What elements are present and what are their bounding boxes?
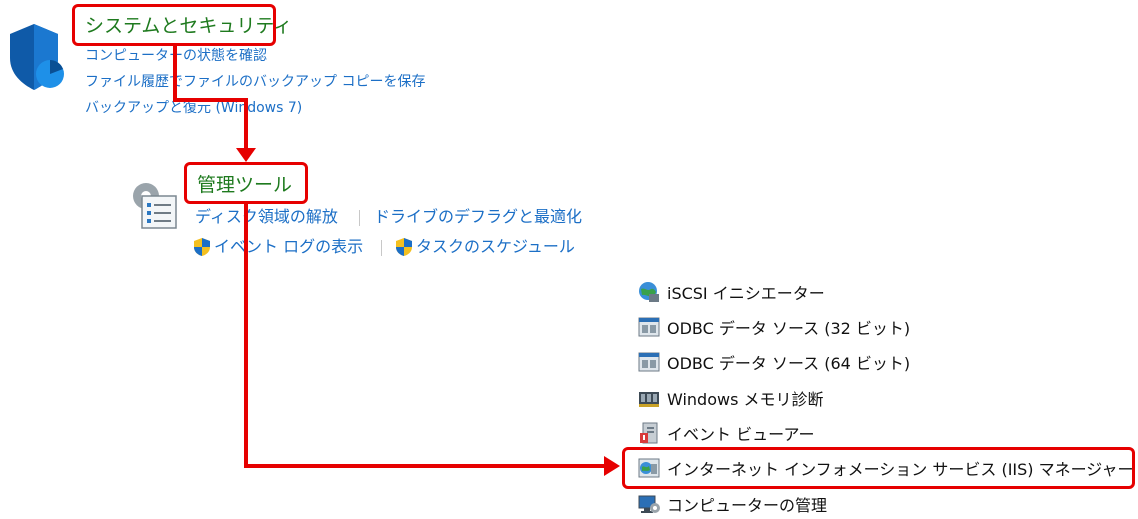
tool-item-memory-diagnostic[interactable]: Windows メモリ診断: [637, 385, 824, 411]
iis-icon: [638, 458, 660, 478]
tool-label: iSCSI イニシエーター: [667, 284, 825, 303]
odbc-icon: [638, 352, 660, 372]
tool-label: イベント ビューアー: [667, 425, 815, 444]
arrow-line-1b: [173, 98, 248, 102]
event-log-link-wrap[interactable]: イベント ログの表示: [193, 236, 363, 258]
tool-label: ODBC データ ソース (32 ビット): [667, 319, 911, 338]
uac-shield-icon: [194, 238, 210, 256]
task-scheduler-link[interactable]: タスクのスケジュール: [416, 236, 575, 258]
file-history-backup-link[interactable]: ファイル履歴でファイルのバックアップ コピーを保存: [85, 72, 425, 92]
arrow-head-down-icon: [236, 148, 256, 162]
arrow-head-right-icon: [604, 456, 620, 476]
tool-item-event-viewer[interactable]: イベント ビューアー: [637, 420, 815, 446]
defrag-optimize-link[interactable]: ドライブのデフラグと最適化: [374, 206, 582, 228]
event-viewer-icon: [640, 422, 658, 444]
disk-cleanup-link[interactable]: ディスク領域の解放: [195, 206, 338, 228]
admin-tools-heading[interactable]: 管理ツール: [197, 173, 292, 197]
arrow-line-2a: [244, 204, 248, 468]
tool-label: ODBC データ ソース (64 ビット): [667, 354, 911, 373]
computer-management-icon: [638, 495, 660, 513]
arrow-line-1a: [173, 46, 177, 102]
security-shield-icon: [10, 24, 64, 90]
globe-icon: [639, 282, 659, 302]
tool-label: インターネット インフォメーション サービス (IIS) マネージャー: [667, 460, 1134, 479]
link-separator: [359, 210, 360, 226]
tool-item-iscsi[interactable]: iSCSI イニシエーター: [637, 279, 825, 305]
tool-label: コンピューターの管理: [667, 496, 828, 515]
tool-label: Windows メモリ診断: [667, 390, 824, 409]
odbc-icon: [638, 317, 660, 337]
uac-shield-icon: [396, 238, 412, 256]
tool-item-odbc-32[interactable]: ODBC データ ソース (32 ビット): [637, 314, 910, 340]
admin-tools-icon: [133, 183, 177, 229]
tool-item-iis-manager[interactable]: インターネット インフォメーション サービス (IIS) マネージャー: [637, 455, 1134, 481]
system-security-heading[interactable]: システムとセキュリティ: [85, 14, 292, 38]
tool-item-computer-management[interactable]: コンピューターの管理: [637, 491, 827, 517]
event-log-link[interactable]: イベント ログの表示: [214, 236, 363, 258]
arrow-line-1c: [244, 98, 248, 152]
link-separator: [381, 240, 382, 256]
tool-item-odbc-64[interactable]: ODBC データ ソース (64 ビット): [637, 349, 910, 375]
task-scheduler-link-wrap[interactable]: タスクのスケジュール: [395, 236, 575, 258]
memory-chip-icon: [639, 392, 659, 407]
arrow-line-2b: [244, 464, 608, 468]
